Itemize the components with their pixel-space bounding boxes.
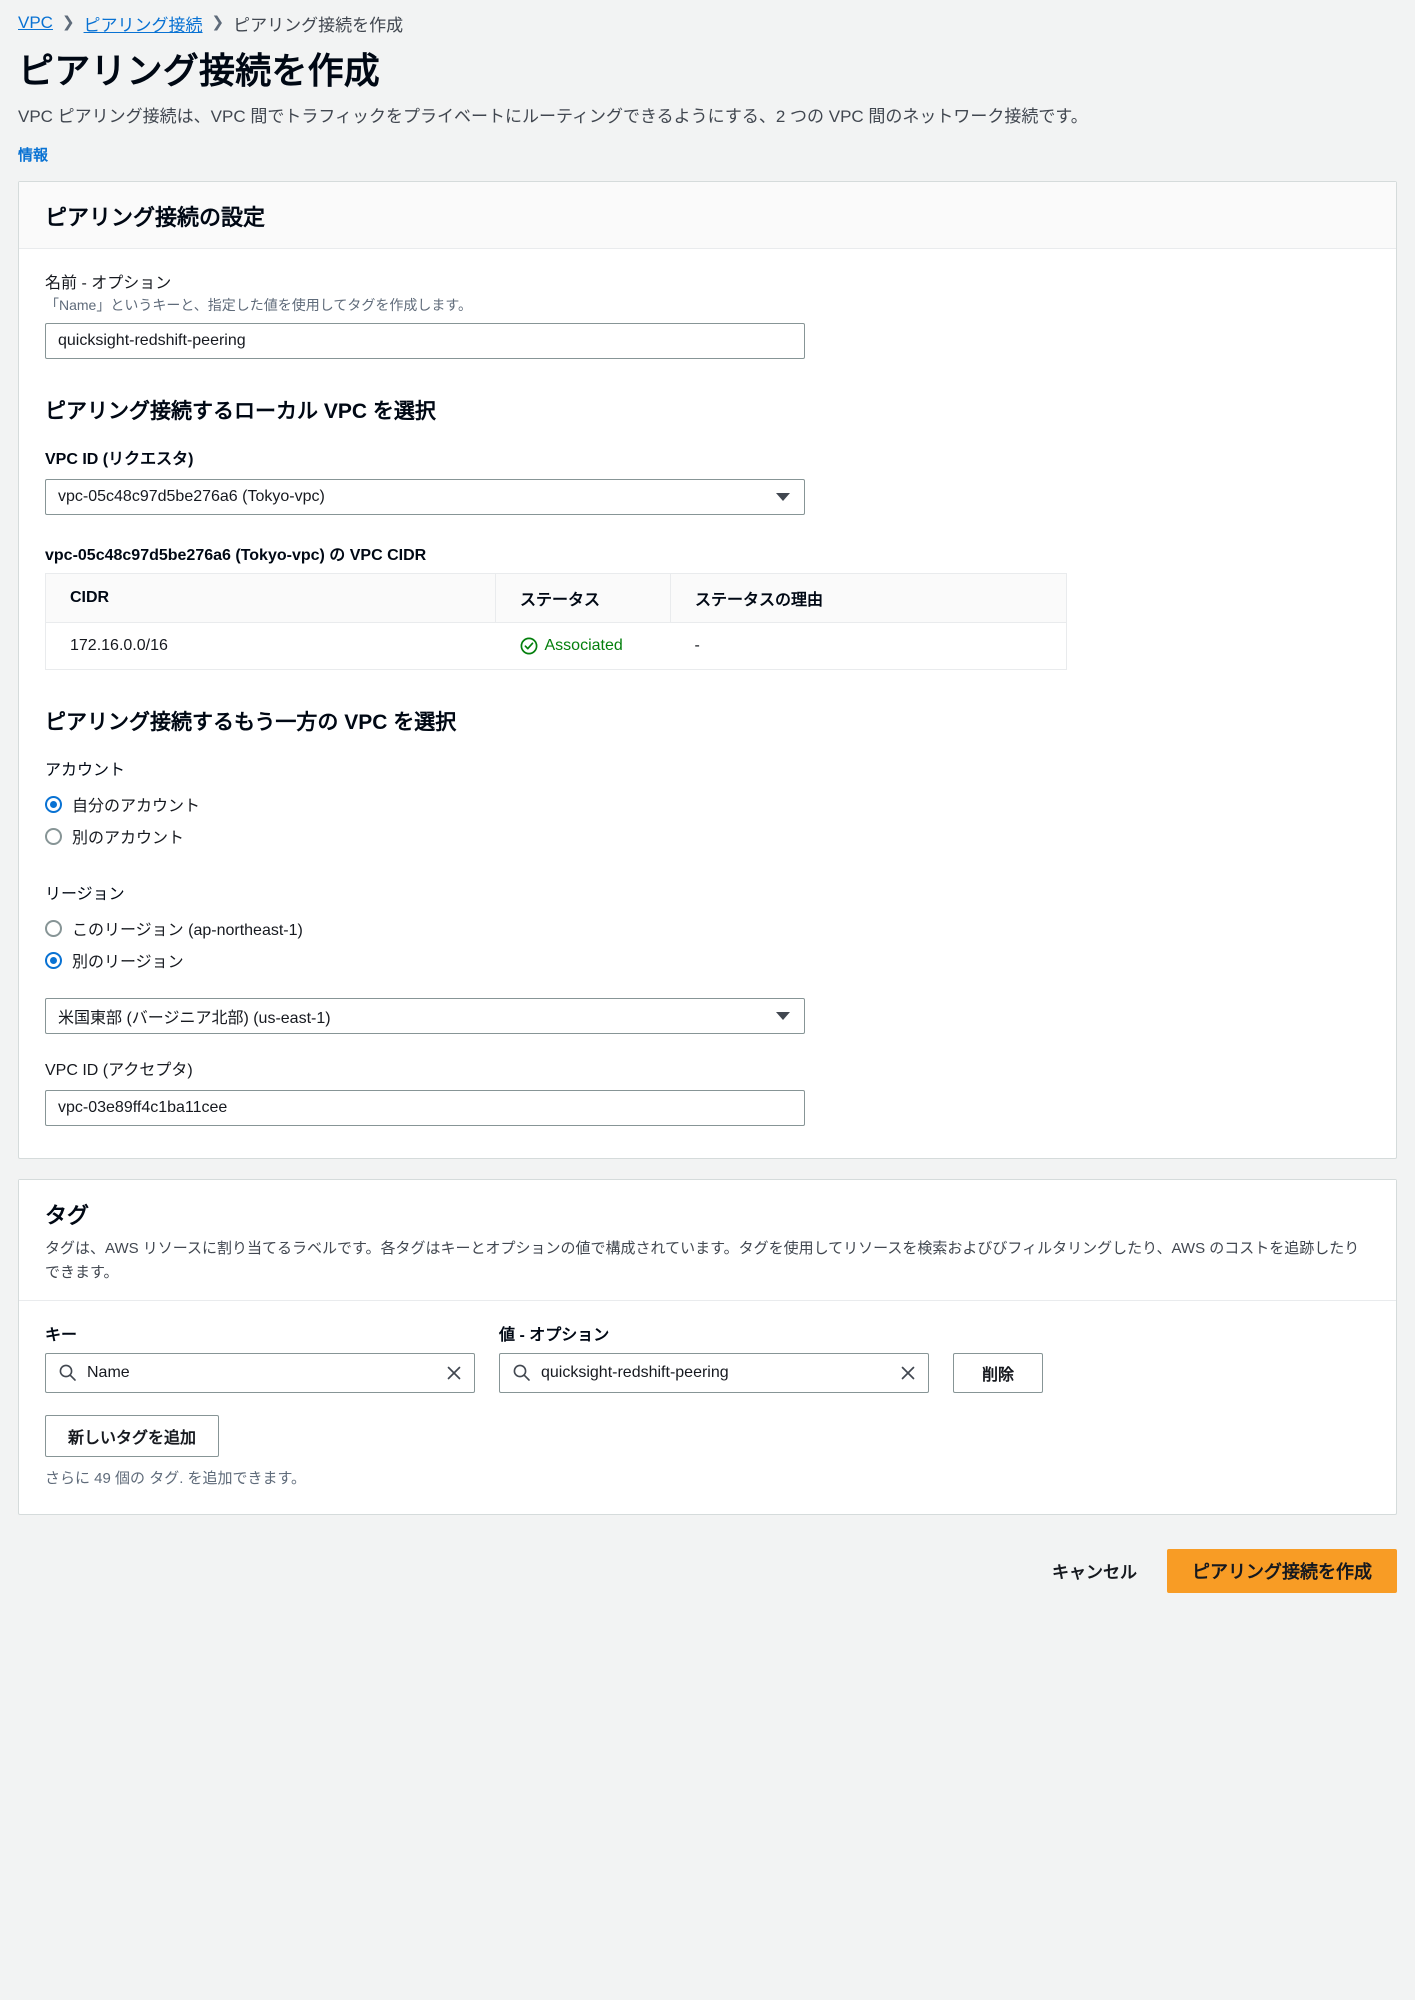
- tag-value-label: 値 - オプション: [499, 1326, 610, 1344]
- tags-card-header: タグ タグは、AWS リソースに割り当てるラベルです。各タグはキーとオプションの…: [19, 1180, 1396, 1300]
- tag-key-input[interactable]: Name: [45, 1352, 475, 1393]
- clear-icon[interactable]: [444, 1363, 464, 1383]
- tag-key-label: キー: [45, 1326, 78, 1344]
- tags-title: タグ: [45, 1203, 90, 1229]
- column-header-cidr: CIDR: [45, 573, 496, 624]
- region-label: リージョン: [45, 886, 125, 904]
- column-header-status: ステータス: [495, 573, 671, 624]
- create-peering-connection-button[interactable]: ピアリング接続を作成: [1167, 1548, 1397, 1593]
- page-title: ピアリング接続を作成: [18, 50, 381, 91]
- radio-my-account[interactable]: 自分のアカウント: [45, 788, 1370, 820]
- radio-another-region-label: 別のリージョン: [72, 954, 184, 972]
- column-header-status-reason: ステータスの理由: [670, 573, 1067, 624]
- tags-remaining-note: さらに 49 個の タグ. を追加できます。: [45, 1469, 307, 1487]
- tag-value-input[interactable]: quicksight-redshift-peering: [499, 1352, 929, 1393]
- peering-settings-card: ピアリング接続の設定 名前 - オプション 「Name」というキーと、指定した値…: [18, 181, 1397, 1160]
- region-selected-value: 米国東部 (バージニア北部) (us-east-1): [58, 1010, 331, 1028]
- tag-key-value: Name: [87, 1363, 130, 1381]
- table-row: 172.16.0.0/16 Associated -: [45, 622, 1067, 670]
- tags-card: タグ タグは、AWS リソースに割り当てるラベルです。各タグはキーとオプションの…: [18, 1179, 1397, 1515]
- radio-indicator-icon: [45, 827, 62, 845]
- radio-indicator-icon: [45, 795, 62, 813]
- cell-status-reason: -: [670, 622, 1067, 670]
- name-field-hint: 「Name」というキーと、指定した値を使用してタグを作成します。: [45, 297, 472, 314]
- chevron-down-icon: [776, 1012, 790, 1021]
- radio-another-account[interactable]: 別のアカウント: [45, 820, 1370, 852]
- vpc-cidr-table: CIDR ステータス ステータスの理由 172.16.0.0/16 Associ…: [45, 573, 1067, 671]
- cancel-button[interactable]: キャンセル: [1046, 1550, 1143, 1591]
- peering-settings-title: ピアリング接続の設定: [45, 205, 266, 231]
- region-radio-group: このリージョン (ap-northeast-1) 別のリージョン: [45, 912, 1370, 976]
- radio-this-region[interactable]: このリージョン (ap-northeast-1): [45, 912, 1370, 944]
- tags-description: タグは、AWS リソースに割り当てるラベルです。各タグはキーとオプションの値で構…: [45, 1240, 1360, 1281]
- create-peering-connection-page: VPC ❯ ピアリング接続 ❯ ピアリング接続を作成 ピアリング接続を作成 VP…: [0, 0, 1415, 1603]
- table-header-row: CIDR ステータス ステータスの理由: [45, 573, 1067, 624]
- acceptor-vpc-input[interactable]: vpc-03e89ff4c1ba11cee: [45, 1090, 805, 1127]
- radio-another-region[interactable]: 別のリージョン: [45, 944, 1370, 976]
- requester-vpc-select[interactable]: vpc-05c48c97d5be276a6 (Tokyo-vpc): [45, 479, 805, 516]
- region-select[interactable]: 米国東部 (バージニア北部) (us-east-1): [45, 998, 805, 1035]
- clear-icon[interactable]: [898, 1363, 918, 1383]
- peering-settings-card-body: 名前 - オプション 「Name」というキーと、指定した値を使用してタグを作成し…: [19, 249, 1396, 1158]
- acceptor-vpc-label: VPC ID (アクセプタ): [45, 1062, 193, 1080]
- status-badge: Associated: [544, 637, 623, 655]
- tag-row: キー Name 値 - オプション quicksight-redshift-pe…: [45, 1321, 1370, 1393]
- vpc-cidr-table-body: 172.16.0.0/16 Associated -: [45, 622, 1067, 670]
- account-radio-group: 自分のアカウント 別のアカウント: [45, 788, 1370, 852]
- tags-card-body: キー Name 値 - オプション quicksight-redshift-pe…: [19, 1301, 1396, 1514]
- search-icon: [513, 1364, 530, 1382]
- footer-actions: キャンセル ピアリング接続を作成: [18, 1535, 1397, 1603]
- chevron-down-icon: [776, 493, 790, 502]
- search-icon: [59, 1364, 76, 1382]
- breadcrumb-item-peering-connections[interactable]: ピアリング接続: [84, 11, 203, 36]
- vpc-cidr-label: vpc-05c48c97d5be276a6 (Tokyo-vpc) の VPC …: [45, 547, 427, 565]
- info-link[interactable]: 情報: [18, 144, 48, 165]
- requester-vpc-label: VPC ID (リクエスタ): [45, 451, 194, 469]
- radio-my-account-label: 自分のアカウント: [72, 798, 201, 816]
- acceptor-vpc-value: vpc-03e89ff4c1ba11cee: [58, 1099, 228, 1117]
- breadcrumb-separator-icon: ❯: [211, 13, 225, 31]
- tag-value-value: quicksight-redshift-peering: [541, 1363, 729, 1381]
- name-field-label: 名前 - オプション: [45, 275, 172, 293]
- radio-indicator-icon: [45, 919, 62, 937]
- account-label: アカウント: [45, 762, 126, 780]
- delete-tag-button[interactable]: 削除: [953, 1352, 1044, 1393]
- vpc-cidr-table-head: CIDR ステータス ステータスの理由: [45, 573, 1067, 624]
- acceptor-vpc-group: VPC ID (アクセプタ) vpc-03e89ff4c1ba11cee: [45, 1056, 1370, 1127]
- radio-another-account-label: 別のアカウント: [72, 830, 185, 848]
- status-success-check-icon: [520, 637, 537, 655]
- breadcrumb: VPC ❯ ピアリング接続 ❯ ピアリング接続を作成: [18, 0, 1397, 36]
- requester-vpc-selected-value: vpc-05c48c97d5be276a6 (Tokyo-vpc): [58, 488, 325, 506]
- requester-vpc-group: VPC ID (リクエスタ) vpc-05c48c97d5be276a6 (To…: [45, 445, 1370, 516]
- breadcrumb-separator-icon: ❯: [61, 13, 75, 31]
- local-vpc-section-heading: ピアリング接続するローカル VPC を選択: [45, 400, 436, 424]
- tag-value-column: 値 - オプション quicksight-redshift-peering: [499, 1321, 929, 1393]
- cell-status: Associated: [495, 622, 671, 670]
- add-new-tag-button[interactable]: 新しいタグを追加: [45, 1414, 220, 1457]
- tag-key-column: キー Name: [45, 1321, 475, 1393]
- page-description: VPC ピアリング接続は、VPC 間でトラフィックをプライベートにルーティングで…: [18, 107, 1088, 126]
- cell-cidr: 172.16.0.0/16: [45, 622, 496, 670]
- breadcrumb-item-current: ピアリング接続を作成: [233, 15, 404, 35]
- name-input[interactable]: quicksight-redshift-peering: [45, 323, 805, 360]
- other-vpc-section-heading: ピアリング接続するもう一方の VPC を選択: [45, 711, 457, 735]
- breadcrumb-item-vpc[interactable]: VPC: [18, 13, 53, 33]
- name-input-value: quicksight-redshift-peering: [58, 332, 246, 350]
- peering-settings-card-header: ピアリング接続の設定: [19, 182, 1396, 250]
- radio-indicator-icon: [45, 951, 62, 969]
- radio-this-region-label: このリージョン (ap-northeast-1): [72, 922, 303, 940]
- name-field-group: 名前 - オプション 「Name」というキーと、指定した値を使用してタグを作成し…: [45, 269, 1370, 360]
